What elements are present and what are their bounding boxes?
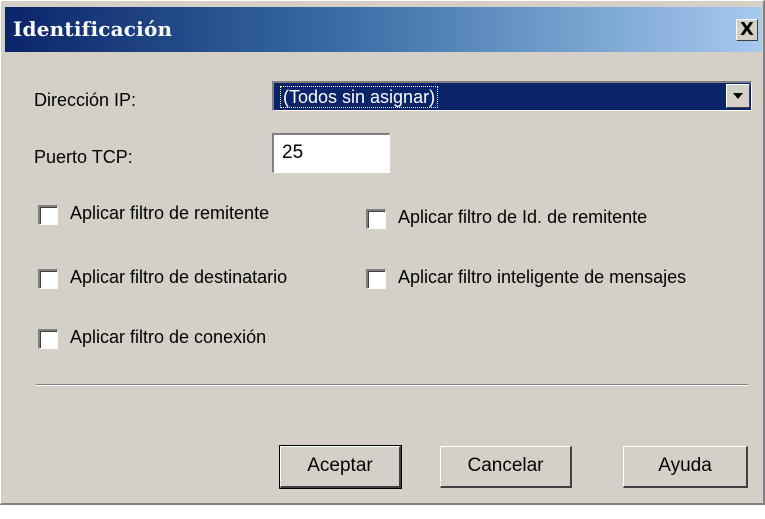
title-bar[interactable]: Identificación X — [5, 7, 762, 52]
checkbox-label: Aplicar filtro de destinatario — [70, 267, 288, 287]
tcp-port-value: 25 — [282, 142, 304, 163]
checkbox-box[interactable] — [366, 269, 386, 289]
cancel-button[interactable]: Cancelar — [440, 446, 572, 488]
checkbox-label: Aplicar filtro de remitente — [70, 203, 270, 223]
accept-button[interactable]: Aceptar — [279, 445, 402, 489]
ip-address-value: (Todos sin asignar) — [280, 86, 439, 108]
window-title: Identificación — [13, 17, 173, 41]
checkbox-label: Aplicar filtro inteligente de mensajes — [398, 267, 687, 287]
identification-dialog: Identificación X Dirección IP: (Todos si… — [0, 0, 765, 505]
help-button[interactable]: Ayuda — [623, 446, 748, 488]
dropdown-arrow-icon[interactable] — [726, 84, 750, 108]
ip-address-select[interactable]: (Todos sin asignar) — [272, 81, 752, 111]
close-icon[interactable]: X — [736, 19, 758, 41]
checkbox-box[interactable] — [366, 209, 386, 229]
checkbox-label: Aplicar filtro de Id. de remitente — [398, 207, 648, 227]
checkbox-box[interactable] — [38, 269, 58, 289]
checkbox-label: Aplicar filtro de conexión — [70, 327, 267, 347]
checkbox-box[interactable] — [38, 329, 58, 349]
tcp-port-label: Puerto TCP: — [34, 147, 133, 167]
ip-address-label: Dirección IP: — [34, 90, 137, 110]
tcp-port-input[interactable]: 25 — [272, 133, 390, 173]
checkbox-box[interactable] — [38, 205, 58, 225]
separator-line — [36, 384, 748, 386]
